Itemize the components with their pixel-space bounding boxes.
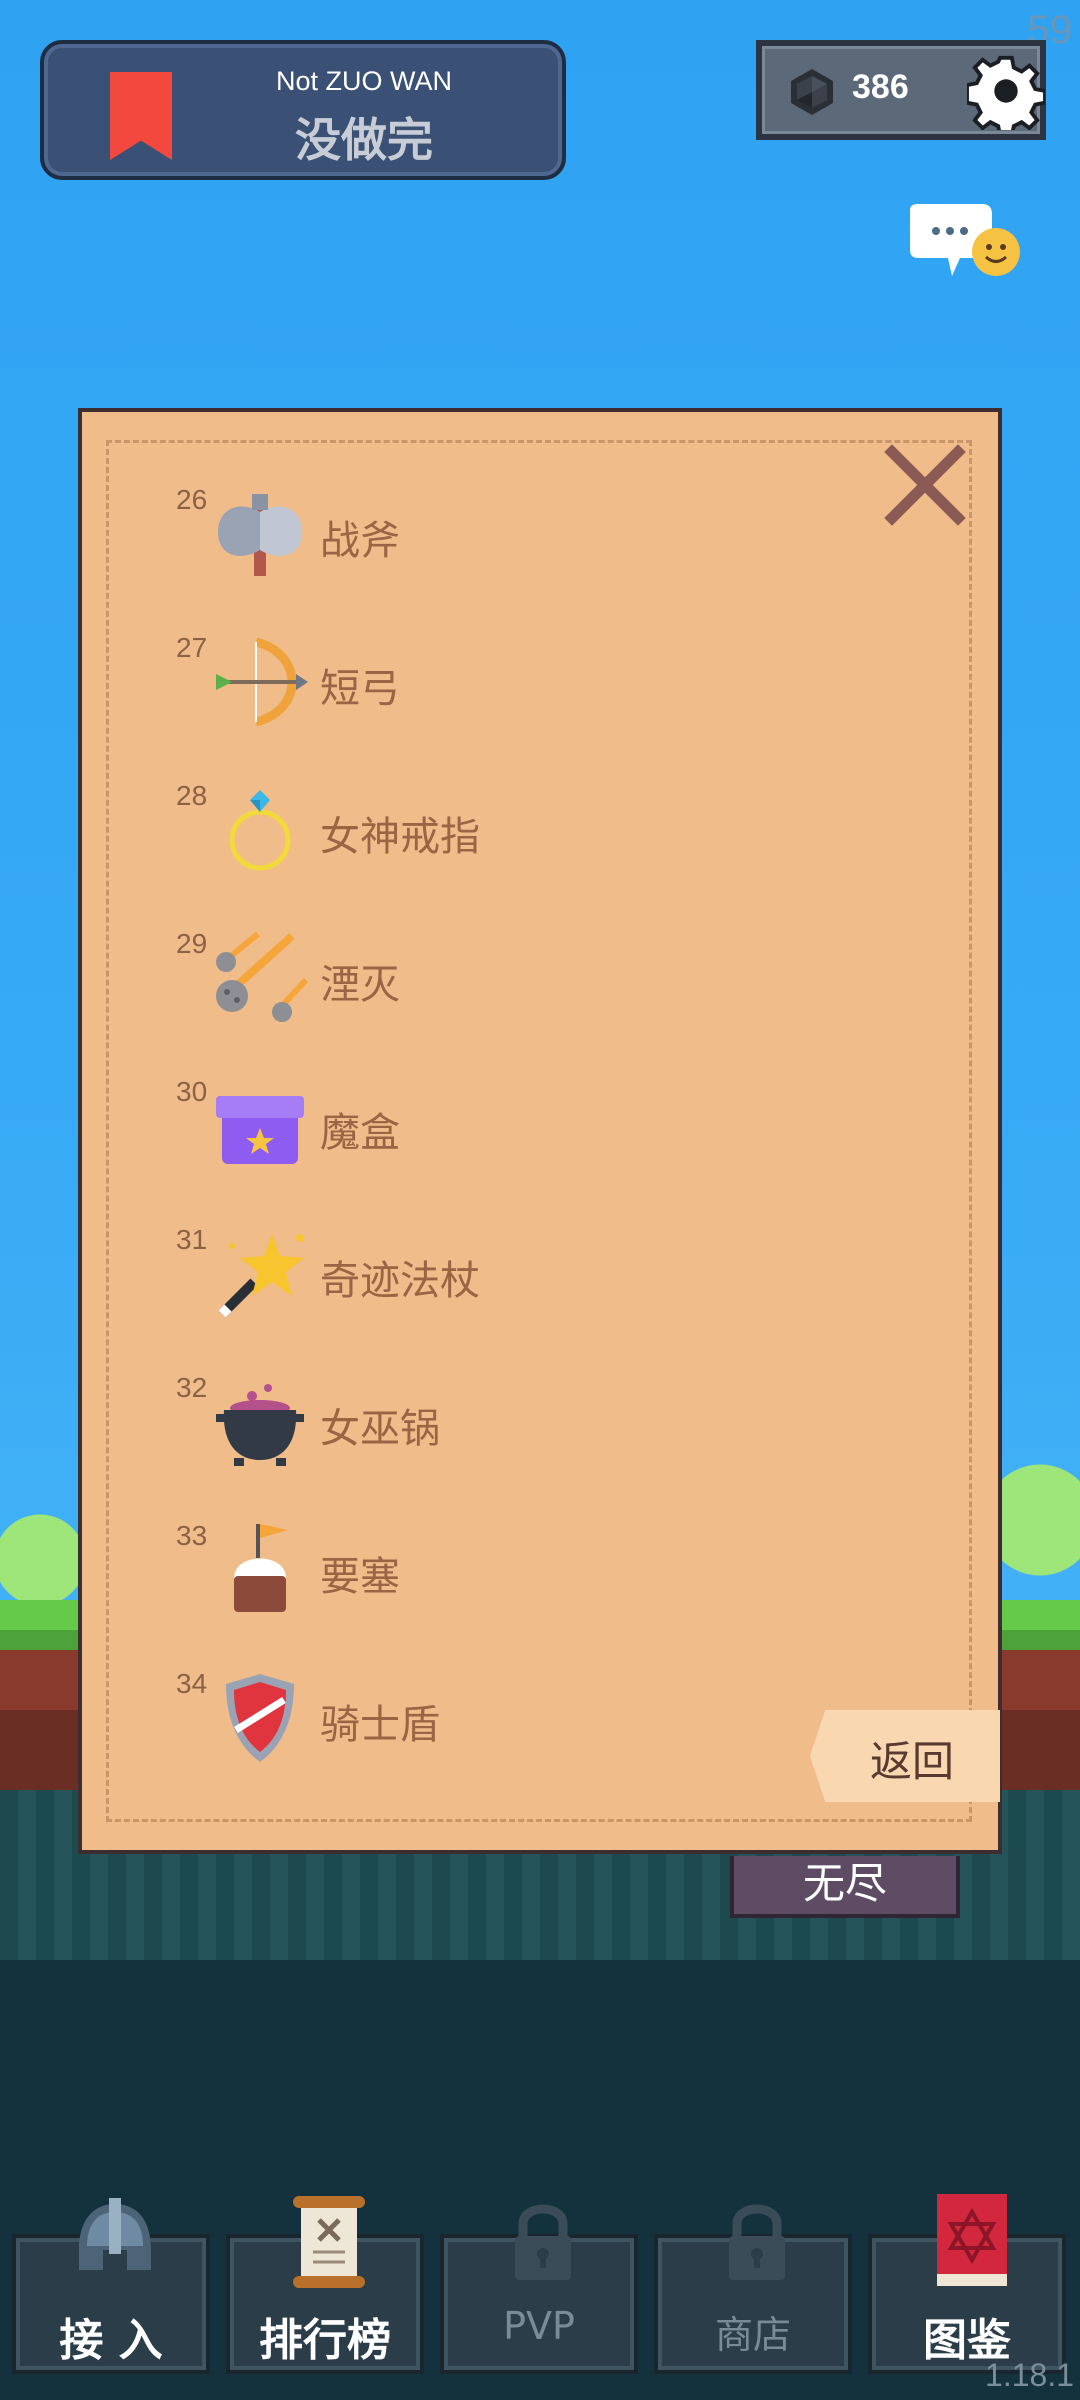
item-name: 湮灭 — [320, 962, 400, 1008]
gem-icon — [791, 69, 833, 115]
miracle-wand-icon — [218, 1234, 304, 1318]
list-item[interactable]: 34 骑士盾 — [170, 1662, 670, 1772]
meteor-icon — [216, 931, 308, 1022]
nav-shop-label: 商店 — [714, 2313, 791, 2357]
title-card[interactable]: Not ZUO WAN 没做完 — [40, 40, 566, 180]
hedge-right — [990, 1440, 1080, 1620]
short-bow-icon — [216, 637, 308, 727]
bookmark-icon — [110, 72, 172, 160]
gear-icon[interactable] — [967, 52, 1045, 130]
item-number: 31 — [176, 1224, 208, 1255]
item-name: 骑士盾 — [320, 1702, 440, 1748]
helmet-icon — [79, 2198, 151, 2270]
item-name: 女巫锅 — [320, 1406, 440, 1452]
list-item[interactable]: 28 女神戒指 — [170, 774, 670, 884]
nav-codex-button[interactable]: 图鉴 — [868, 2194, 1066, 2374]
nav-leaderboard-label: 排行榜 — [259, 2315, 391, 2366]
lock-icon — [729, 2204, 785, 2280]
list-item[interactable]: 31 奇迹法杖 — [170, 1218, 670, 1328]
list-item[interactable]: 26 战斧 — [170, 478, 670, 588]
item-number: 26 — [176, 484, 208, 515]
item-number: 33 — [176, 1520, 208, 1551]
list-item[interactable]: 30 魔盒 — [170, 1070, 670, 1180]
nav-shop-button[interactable]: 商店 — [654, 2204, 852, 2374]
item-number: 34 — [176, 1668, 208, 1699]
item-number: 27 — [176, 632, 208, 663]
item-name: 女神戒指 — [320, 814, 480, 860]
nav-pvp-button[interactable]: PVP — [440, 2204, 638, 2374]
goddess-ring-icon — [229, 790, 291, 871]
list-item[interactable]: 33 要塞 — [170, 1514, 670, 1624]
back-button-label: 返回 — [869, 1737, 954, 1786]
item-name: 要塞 — [320, 1554, 400, 1600]
version-label: 1.18.1 — [985, 2357, 1074, 2393]
item-name: 短弓 — [320, 666, 400, 712]
player-name-en: Not ZUO WAN — [275, 66, 452, 96]
witch-cauldron-icon — [216, 1384, 304, 1466]
codex-book-icon — [937, 2194, 1007, 2286]
list-item[interactable]: 29 湮灭 — [170, 922, 670, 1032]
battle-axe-icon — [218, 494, 302, 576]
item-name: 奇迹法杖 — [320, 1258, 480, 1304]
item-number: 28 — [176, 780, 208, 811]
nav-pvp-label: PVP — [503, 2304, 575, 2348]
nav-join-button[interactable]: 接 入 — [12, 2198, 210, 2374]
list-item[interactable]: 27 短弓 — [170, 626, 670, 736]
lock-icon — [515, 2204, 571, 2280]
knight-shield-icon — [226, 1674, 294, 1762]
scroll-icon — [293, 2196, 365, 2288]
player-name-cn: 没做完 — [295, 113, 433, 167]
item-number: 30 — [176, 1076, 208, 1107]
gem-counter: 386 — [756, 40, 1046, 140]
nav-join-label: 接 入 — [59, 2315, 163, 2366]
item-name: 魔盒 — [320, 1110, 400, 1156]
close-icon[interactable] — [880, 440, 970, 530]
list-item[interactable]: 32 女巫锅 — [170, 1366, 670, 1476]
nav-leaderboard-button[interactable]: 排行榜 — [226, 2196, 424, 2374]
gem-count: 386 — [852, 68, 909, 106]
magic-box-icon — [216, 1096, 304, 1164]
item-number: 32 — [176, 1372, 208, 1403]
endless-mode-label: 无尽 — [802, 1859, 887, 1908]
chat-bubble-icon[interactable] — [900, 200, 1030, 290]
fortress-icon — [234, 1524, 288, 1612]
item-number: 29 — [176, 928, 208, 959]
item-name: 战斧 — [320, 518, 400, 564]
